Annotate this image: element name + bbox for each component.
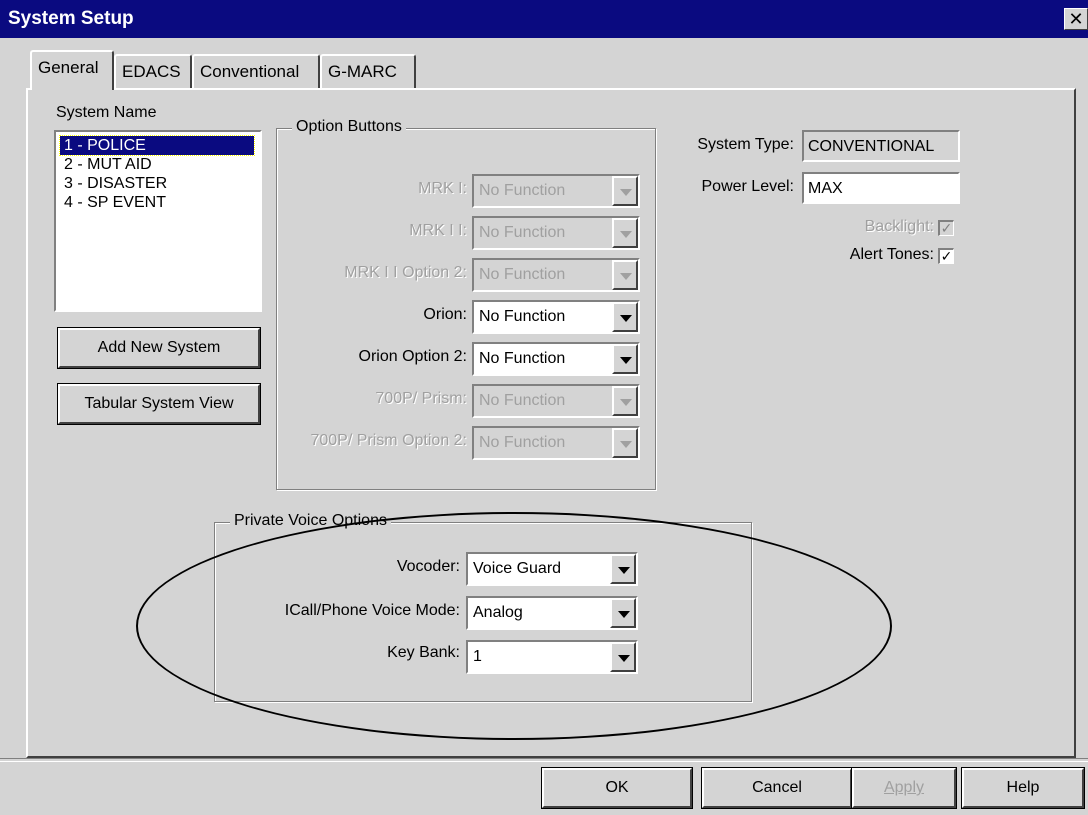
prism-option2-select[interactable]: No Function	[472, 426, 640, 460]
backlight-label: Backlight:	[864, 218, 934, 235]
tab-gmarc[interactable]: G-MARC	[320, 54, 416, 90]
tabular-system-view-button[interactable]: Tabular System View	[57, 383, 261, 425]
tab-conventional-label: Conventional	[200, 62, 300, 81]
backlight-checkbox[interactable]: ✓	[938, 220, 954, 236]
mrk2-option2-value: No Function	[479, 266, 566, 283]
tab-edacs-label: EDACS	[122, 62, 181, 81]
chevron-down-icon[interactable]	[612, 386, 638, 416]
prism-value: No Function	[479, 392, 566, 409]
chevron-down-icon[interactable]	[610, 642, 636, 672]
keybank-select[interactable]: 1	[466, 640, 638, 674]
add-new-system-button[interactable]: Add New System	[57, 327, 261, 369]
chevron-down-icon[interactable]	[612, 176, 638, 206]
tab-general[interactable]: General	[30, 50, 114, 90]
icall-select[interactable]: Analog	[466, 596, 638, 630]
mrk2-value: No Function	[479, 224, 566, 241]
keybank-value: 1	[473, 648, 482, 665]
tab-gmarc-label: G-MARC	[328, 62, 397, 81]
power-level-field[interactable]: MAX	[802, 172, 960, 204]
mrk2-option2-label: MRK I I Option 2:	[344, 264, 467, 281]
orion-select[interactable]: No Function	[472, 300, 640, 334]
alert-tones-checkbox[interactable]: ✓	[938, 248, 954, 264]
chevron-down-icon[interactable]	[610, 598, 636, 628]
orion-option2-select[interactable]: No Function	[472, 342, 640, 376]
vocoder-value: Voice Guard	[473, 560, 562, 577]
orion-label: Orion:	[423, 306, 467, 323]
alert-tones-label: Alert Tones:	[849, 246, 934, 263]
prism-option2-value: No Function	[479, 434, 566, 451]
mrk1-select[interactable]: No Function	[472, 174, 640, 208]
prism-option2-label: 700P/ Prism Option 2:	[310, 432, 467, 449]
mrk2-select[interactable]: No Function	[472, 216, 640, 250]
close-button[interactable]: ✕	[1064, 8, 1088, 30]
tab-conventional[interactable]: Conventional	[192, 54, 320, 90]
keybank-label: Key Bank:	[387, 644, 460, 661]
bottom-separator	[0, 758, 1088, 762]
system-name-list[interactable]: 1 - POLICE 2 - MUT AID 3 - DISASTER 4 - …	[54, 130, 262, 312]
tab-general-label: General	[38, 58, 99, 77]
apply-button[interactable]: Apply	[851, 767, 957, 809]
list-item[interactable]: 4 - SP EVENT	[60, 193, 170, 212]
chevron-down-icon[interactable]	[612, 260, 638, 290]
mrk1-label: MRK I:	[418, 180, 467, 197]
prism-label: 700P/ Prism:	[375, 390, 467, 407]
system-type-label: System Type:	[697, 136, 794, 153]
list-item[interactable]: 1 - POLICE	[59, 135, 255, 156]
system-type-field: CONVENTIONAL	[802, 130, 960, 162]
system-name-label: System Name	[56, 104, 157, 121]
cancel-button[interactable]: Cancel	[701, 767, 853, 809]
ok-button[interactable]: OK	[541, 767, 693, 809]
icall-value: Analog	[473, 604, 523, 621]
mrk1-value: No Function	[479, 182, 566, 199]
tab-edacs[interactable]: EDACS	[114, 54, 192, 90]
list-item[interactable]: 2 - MUT AID	[60, 155, 156, 174]
private-voice-title: Private Voice Options	[230, 512, 391, 530]
option-buttons-title: Option Buttons	[292, 118, 406, 136]
title-bar: System Setup ✕	[0, 0, 1088, 38]
vocoder-select[interactable]: Voice Guard	[466, 552, 638, 586]
chevron-down-icon[interactable]	[610, 554, 636, 584]
system-type-value: CONVENTIONAL	[808, 138, 935, 155]
chevron-down-icon[interactable]	[612, 344, 638, 374]
window-title: System Setup	[8, 8, 134, 29]
power-level-value: MAX	[808, 180, 843, 197]
list-item[interactable]: 3 - DISASTER	[60, 174, 171, 193]
chevron-down-icon[interactable]	[612, 302, 638, 332]
chevron-down-icon[interactable]	[612, 428, 638, 458]
help-button[interactable]: Help	[961, 767, 1085, 809]
orion-option2-value: No Function	[479, 350, 566, 367]
mrk2-option2-select[interactable]: No Function	[472, 258, 640, 292]
vocoder-label: Vocoder:	[396, 558, 460, 575]
power-level-label: Power Level:	[701, 178, 795, 195]
orion-value: No Function	[479, 308, 566, 325]
icall-label: ICall/Phone Voice Mode:	[284, 602, 460, 619]
orion-option2-label: Orion Option 2:	[358, 348, 468, 365]
prism-select[interactable]: No Function	[472, 384, 640, 418]
mrk2-label: MRK I I:	[409, 222, 467, 239]
chevron-down-icon[interactable]	[612, 218, 638, 248]
